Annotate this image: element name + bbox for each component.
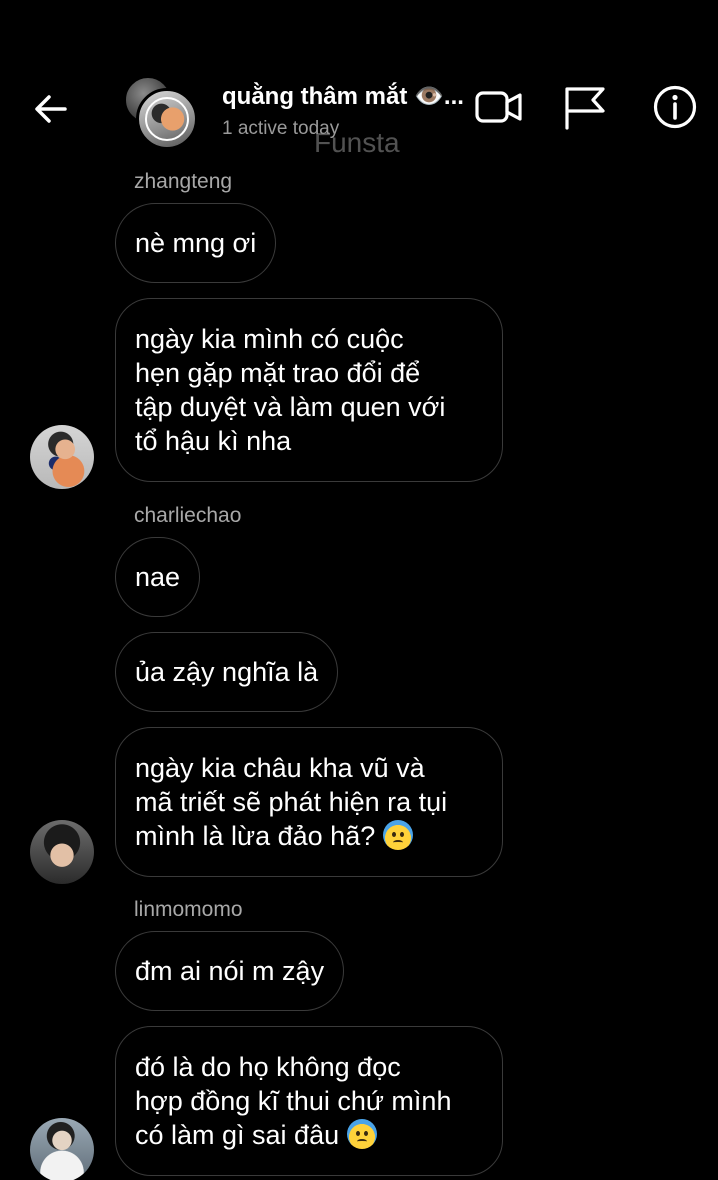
message-bubble[interactable]: ủa zậy nghĩa là bbox=[115, 632, 339, 712]
watermark: Funsta bbox=[314, 127, 400, 158]
message-bubble[interactable]: ngày kia mình có cuộc hẹn gặp mặt trao đ… bbox=[115, 298, 503, 482]
sender-name: zhangteng bbox=[134, 170, 233, 193]
message-text: đm ai nói m zậy bbox=[135, 956, 325, 986]
back-button[interactable] bbox=[30, 88, 72, 130]
message-text: tổ hậu kì nha bbox=[135, 426, 292, 456]
avatar-charliechao[interactable] bbox=[30, 820, 94, 884]
flag-icon bbox=[565, 87, 605, 130]
avatar-zhangteng[interactable] bbox=[30, 425, 94, 489]
message-bubble[interactable]: đm ai nói m zậy bbox=[115, 931, 345, 1011]
message-text: mã triết sẽ phát hiện ra tụi bbox=[135, 787, 448, 817]
message-bubble[interactable]: ngày kia châu kha vũ và mã triết sẽ phát… bbox=[115, 727, 503, 877]
chat-title[interactable]: quằng thâm mắt 👁️... bbox=[222, 82, 472, 111]
group-avatar-member bbox=[136, 88, 198, 150]
message-text: có làm gì sai đâu bbox=[135, 1120, 340, 1150]
message-text: đó là do họ không đọc bbox=[135, 1052, 401, 1082]
chat-screen: quằng thâm mắt 👁️... 1 active today Funs… bbox=[0, 0, 718, 1180]
sender-name: linmomomo bbox=[134, 898, 243, 921]
chat-header: quằng thâm mắt 👁️... 1 active today Funs… bbox=[0, 0, 718, 170]
message-bubble[interactable]: nae bbox=[115, 537, 201, 617]
avatar-linmomomo[interactable] bbox=[30, 1118, 94, 1180]
message-text: ủa zậy nghĩa là bbox=[135, 657, 319, 687]
message-text: hợp đồng kĩ thui chứ mình bbox=[135, 1086, 452, 1116]
anxious-face-with-sweat-icon bbox=[382, 820, 413, 850]
message-text: hẹn gặp mặt trao đổi để bbox=[135, 358, 421, 388]
message-text: nae bbox=[135, 562, 181, 592]
back-arrow-icon bbox=[35, 95, 67, 123]
message-text: mình là lừa đảo hã? bbox=[135, 821, 376, 851]
message-text: nè mng ơi bbox=[135, 228, 257, 258]
group-avatar[interactable] bbox=[124, 76, 198, 150]
info-icon bbox=[653, 85, 697, 129]
message-bubble[interactable]: nè mng ơi bbox=[115, 203, 277, 283]
info-button[interactable] bbox=[650, 84, 700, 130]
message-text: ngày kia mình có cuộc bbox=[135, 324, 404, 354]
message-text: tập duyệt và làm quen với bbox=[135, 392, 446, 422]
video-call-button[interactable] bbox=[474, 84, 524, 130]
message-bubble[interactable]: đó là do họ không đọc hợp đồng kĩ thui c… bbox=[115, 1026, 503, 1176]
video-call-icon bbox=[475, 91, 522, 123]
report-button[interactable] bbox=[560, 84, 610, 130]
sender-name: charliechao bbox=[134, 504, 242, 527]
message-text: ngày kia châu kha vũ và bbox=[135, 753, 425, 783]
anxious-face-with-sweat-icon bbox=[346, 1119, 377, 1149]
